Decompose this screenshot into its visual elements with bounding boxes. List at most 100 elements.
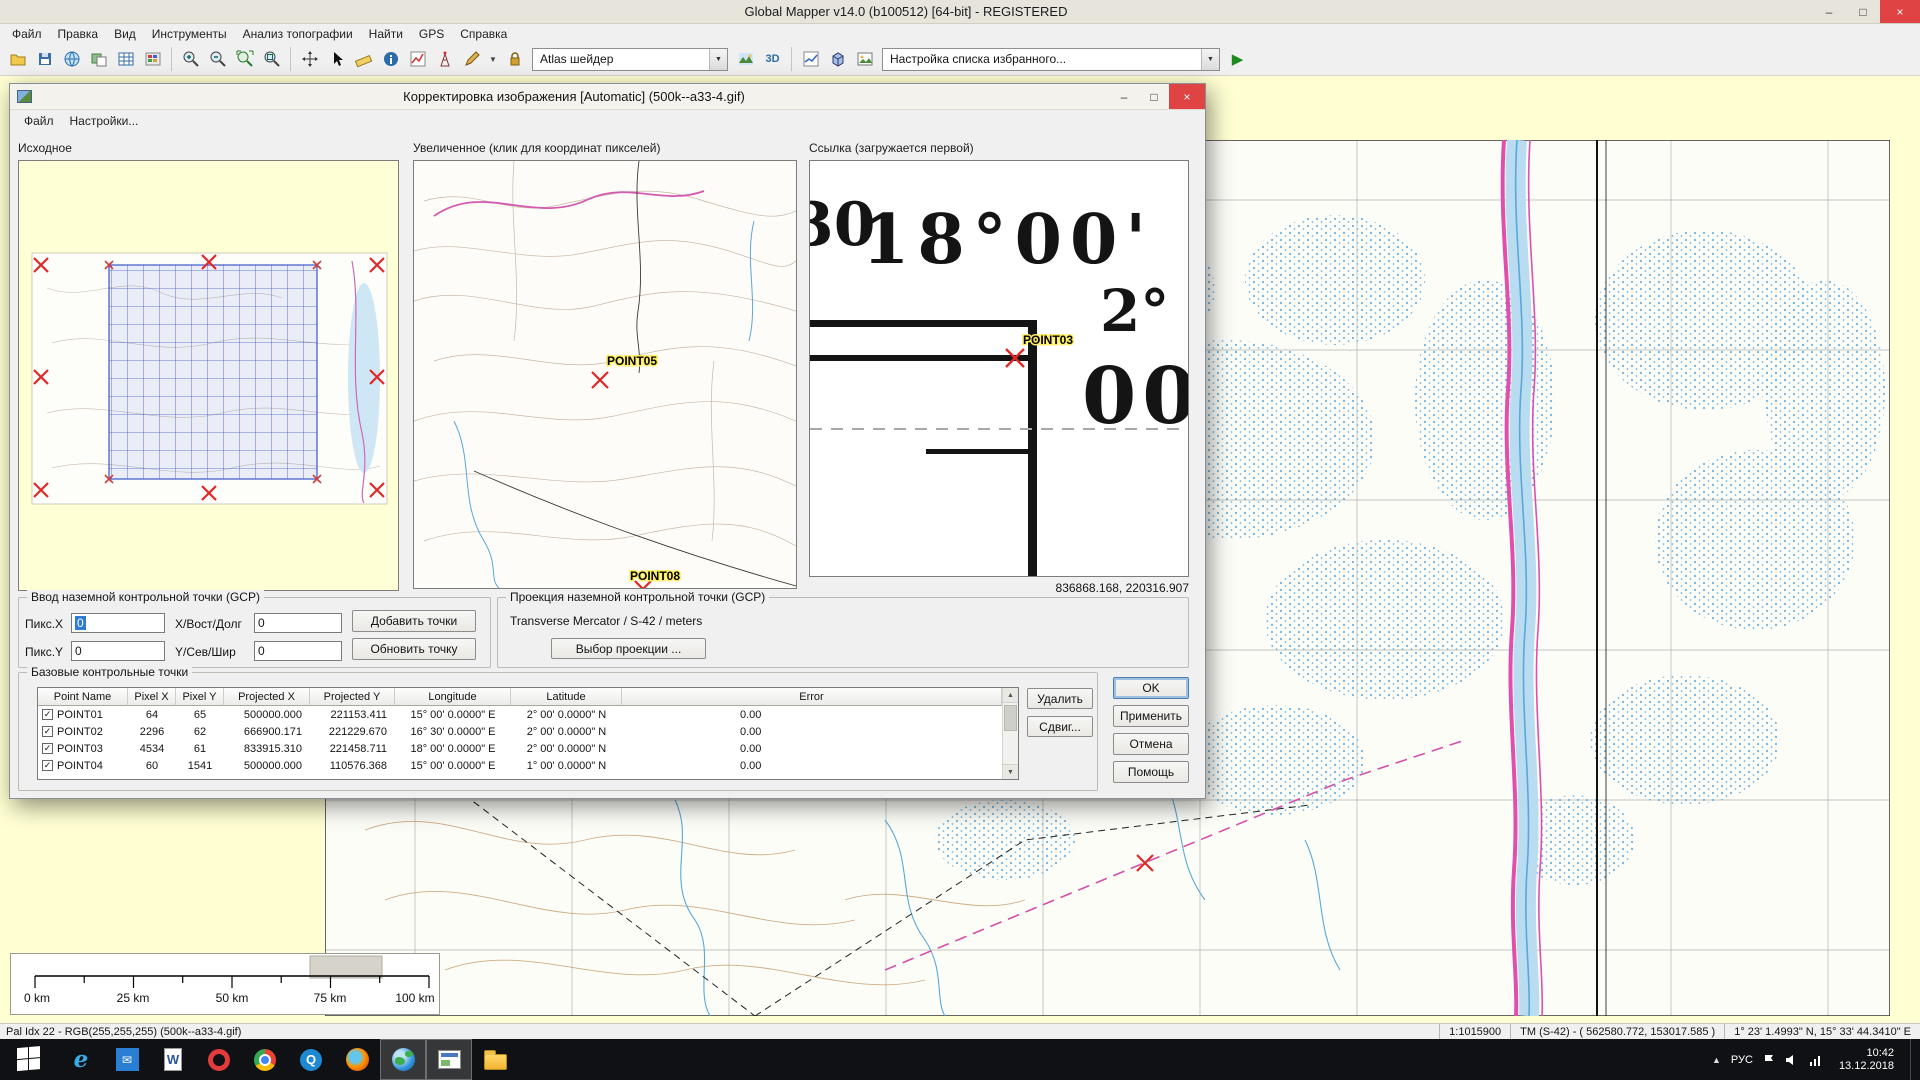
menu-view[interactable]: Вид: [106, 26, 144, 42]
column-projected-x[interactable]: Projected X: [224, 688, 310, 706]
toolbar-pan-button[interactable]: [296, 46, 323, 73]
taskbar-word-icon[interactable]: W: [150, 1039, 196, 1080]
column-longitude[interactable]: Longitude: [395, 688, 511, 706]
toolbar-overlay-button[interactable]: [85, 46, 112, 73]
add-point-button[interactable]: Добавить точки: [352, 610, 476, 632]
taskbar-image-window-icon[interactable]: [426, 1039, 472, 1080]
toolbar-grid-button[interactable]: [112, 46, 139, 73]
pixel-x-input[interactable]: 0: [71, 613, 165, 633]
toolbar-3d-view-button[interactable]: 3D: [759, 46, 786, 73]
apply-button[interactable]: Применить: [1113, 705, 1189, 727]
row-checkbox[interactable]: ✓: [42, 709, 53, 720]
taskbar-chrome-icon[interactable]: [242, 1039, 288, 1080]
toolbar-cube-button[interactable]: [824, 46, 851, 73]
shift-button[interactable]: Сдвиг...: [1027, 716, 1093, 737]
dialog-maximize-button[interactable]: □: [1139, 84, 1169, 109]
column-pixel-x[interactable]: Pixel X: [128, 688, 176, 706]
shader-combo[interactable]: Atlas шейдер ▼: [532, 48, 728, 71]
scrollbar-thumb[interactable]: [1004, 705, 1017, 731]
toolbar-palette-button[interactable]: [139, 46, 166, 73]
toolbar-save-button[interactable]: [31, 46, 58, 73]
clock[interactable]: 10:42 13.12.2018: [1833, 1047, 1900, 1073]
dialog-menu-settings[interactable]: Настройки...: [62, 113, 147, 129]
taskbar-q-icon[interactable]: Q: [288, 1039, 334, 1080]
cancel-button[interactable]: Отмена: [1113, 733, 1189, 755]
toolbar-zoom-out-button[interactable]: [204, 46, 231, 73]
column-error[interactable]: Error: [622, 688, 1002, 706]
table-row[interactable]: ✓POINT02 2296 62 666900.171 221229.670 1…: [38, 723, 1018, 740]
dialog-menu-file[interactable]: Файл: [16, 113, 62, 129]
toolbar-pointer-button[interactable]: [323, 46, 350, 73]
toolbar-globe-button[interactable]: [58, 46, 85, 73]
maximize-button[interactable]: □: [1846, 0, 1880, 23]
language-indicator[interactable]: РУС: [1731, 1054, 1753, 1066]
ref-text-18-00: 18°00': [862, 200, 1154, 280]
toolbar-open-button[interactable]: [4, 46, 31, 73]
dialog-system-icon[interactable]: [17, 90, 32, 103]
menu-search[interactable]: Найти: [361, 26, 411, 42]
taskbar-explorer-icon[interactable]: [472, 1039, 518, 1080]
toolbar-zoom-box-button[interactable]: [258, 46, 285, 73]
delete-point-button[interactable]: Удалить: [1027, 688, 1093, 709]
row-checkbox[interactable]: ✓: [42, 760, 53, 771]
pixel-y-input[interactable]: 0: [71, 641, 165, 661]
toolbar-digitizer-button[interactable]: [458, 46, 485, 73]
table-scrollbar[interactable]: ▲ ▼: [1002, 688, 1018, 779]
toolbar-path-profile-button[interactable]: [797, 46, 824, 73]
row-checkbox[interactable]: ✓: [42, 743, 53, 754]
menu-terrain-analysis[interactable]: Анализ топографии: [235, 26, 361, 42]
dialog-close-button[interactable]: ×: [1169, 84, 1205, 109]
toolbar-profile-button[interactable]: [404, 46, 431, 73]
select-projection-button[interactable]: Выбор проекции ...: [551, 638, 706, 659]
scroll-up-icon[interactable]: ▲: [1003, 688, 1018, 703]
source-map-view[interactable]: [18, 160, 399, 591]
update-point-button[interactable]: Обновить точку: [352, 638, 476, 660]
tray-expand-icon[interactable]: ▲: [1712, 1055, 1721, 1065]
start-button[interactable]: [0, 1039, 58, 1080]
close-button[interactable]: ×: [1880, 0, 1920, 23]
favorites-combo[interactable]: Настройка списка избранного... ▼: [882, 48, 1220, 71]
toolbar-gps-tower-button[interactable]: [431, 46, 458, 73]
north-input[interactable]: 0: [254, 641, 342, 661]
volume-icon[interactable]: [1785, 1054, 1799, 1066]
column-pixel-y[interactable]: Pixel Y: [176, 688, 224, 706]
dialog-minimize-button[interactable]: –: [1109, 84, 1139, 109]
toolbar-zoom-in-button[interactable]: [177, 46, 204, 73]
toolbar-lock-button[interactable]: [501, 46, 528, 73]
column-latitude[interactable]: Latitude: [511, 688, 622, 706]
column-projected-y[interactable]: Projected Y: [310, 688, 395, 706]
taskbar-opera-icon[interactable]: [196, 1039, 242, 1080]
zoomed-map-view[interactable]: POINT05 POINT08: [413, 160, 797, 589]
taskbar-globalmapper-icon[interactable]: [380, 1039, 426, 1080]
toolbar-measure-button[interactable]: [350, 46, 377, 73]
scroll-down-icon[interactable]: ▼: [1003, 764, 1018, 779]
toolbar-more-dropdown-button[interactable]: ▼: [485, 46, 501, 73]
taskbar-mail-icon[interactable]: ✉: [104, 1039, 150, 1080]
toolbar-image-button[interactable]: [851, 46, 878, 73]
minimize-button[interactable]: –: [1812, 0, 1846, 23]
toolbar-run-button[interactable]: ▶: [1224, 46, 1251, 73]
east-input[interactable]: 0: [254, 613, 342, 633]
show-desktop-button[interactable]: [1910, 1039, 1918, 1080]
taskbar-ie-icon[interactable]: e: [58, 1039, 104, 1080]
gcp-table[interactable]: Point Name Pixel X Pixel Y Projected X P…: [37, 687, 1019, 780]
menu-help[interactable]: Справка: [452, 26, 515, 42]
ok-button[interactable]: OK: [1113, 677, 1189, 699]
menu-gps[interactable]: GPS: [411, 26, 452, 42]
column-point-name[interactable]: Point Name: [38, 688, 128, 706]
table-row[interactable]: ✓POINT04 60 1541 500000.000 110576.368 1…: [38, 757, 1018, 774]
table-row[interactable]: ✓POINT01 64 65 500000.000 221153.411 15°…: [38, 706, 1018, 723]
reference-map-view[interactable]: 30 18°00' 2° 00 POINT03: [809, 160, 1189, 577]
help-button[interactable]: Помощь: [1113, 761, 1189, 783]
toolbar-terrain-button[interactable]: [732, 46, 759, 73]
toolbar-info-button[interactable]: [377, 46, 404, 73]
row-checkbox[interactable]: ✓: [42, 726, 53, 737]
toolbar-zoom-full-button[interactable]: [231, 46, 258, 73]
menu-tools[interactable]: Инструменты: [144, 26, 235, 42]
network-icon[interactable]: [1809, 1054, 1823, 1066]
menu-file[interactable]: Файл: [4, 26, 50, 42]
taskbar-firefox-icon[interactable]: [334, 1039, 380, 1080]
table-row[interactable]: ✓POINT03 4534 61 833915.310 221458.711 1…: [38, 740, 1018, 757]
flag-icon[interactable]: [1763, 1054, 1775, 1066]
menu-edit[interactable]: Правка: [50, 26, 107, 42]
